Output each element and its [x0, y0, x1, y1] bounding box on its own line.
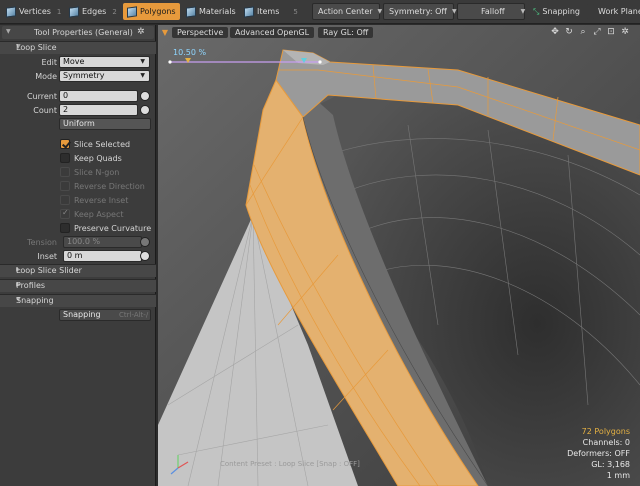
keep-quads-checkbox[interactable]	[60, 153, 70, 163]
fit-view-icon[interactable]: ⊡	[606, 27, 616, 37]
reverse-direction-label: Reverse Direction	[74, 182, 145, 191]
viewport-canvas	[158, 25, 640, 486]
top-toolbar: Vertices 1 Edges 2 Polygons Materials Item…	[0, 0, 640, 24]
snapping-icon: ⤡	[533, 6, 540, 16]
snapping-shortcut: Ctrl-Alt-/	[119, 311, 149, 319]
reverse-direction-checkbox[interactable]	[60, 181, 70, 191]
mode-tab-polygons[interactable]: Polygons	[123, 3, 180, 20]
edges-icon	[69, 5, 79, 18]
check-icon: ✓	[62, 208, 69, 217]
move-view-icon[interactable]: ✥	[550, 27, 560, 37]
count-slider-knob[interactable]	[140, 105, 150, 115]
panel-title-bar: ▼ Tool Properties (General) ✲	[2, 26, 154, 39]
section-loop-slice-slider[interactable]: ▶ Loop Slice Slider	[0, 264, 156, 277]
mode-tab-vertices[interactable]: Vertices 1	[2, 3, 65, 20]
tension-label: Tension	[27, 238, 57, 247]
reverse-inset-checkbox[interactable]	[60, 195, 70, 205]
vertices-icon	[6, 5, 16, 18]
deformers-status: Deformers: OFF	[567, 449, 630, 458]
items-icon	[244, 5, 254, 18]
gl-count: GL: 3,168	[591, 460, 630, 469]
snapping-button[interactable]: ⤡ Snapping	[527, 3, 589, 20]
slice-ngon-label: Slice N-gon	[74, 168, 120, 177]
falloff-dropdown[interactable]: Falloff ▼	[457, 3, 525, 20]
slice-ngon-checkbox[interactable]	[60, 167, 70, 177]
panel-title: Tool Properties (General)	[34, 28, 133, 37]
viewport-menu-icon[interactable]: ▼	[160, 27, 170, 38]
rotate-view-icon[interactable]: ↻	[564, 27, 574, 37]
action-center-dropdown[interactable]: Action Center ▼	[312, 3, 383, 20]
dropdown-arrow-icon: ▼	[520, 8, 526, 15]
count-field[interactable]: 2	[59, 104, 138, 116]
keep-aspect-label: Keep Aspect	[74, 210, 124, 219]
mode-dropdown[interactable]: Symmetry ▼	[59, 70, 150, 82]
perspective-dropdown[interactable]: Perspective	[172, 27, 229, 38]
content-preset-status: Content Preset : Loop Slice [Snap : OFF]	[220, 460, 360, 468]
maximize-view-icon[interactable]: ⤢	[592, 27, 602, 37]
tension-slider-knob[interactable]	[140, 237, 150, 247]
grid-unit: 1 mm	[606, 471, 630, 480]
dropdown-arrow-icon: ▼	[140, 72, 145, 79]
edit-dropdown[interactable]: Move ▼	[59, 56, 150, 68]
edit-label: Edit	[41, 58, 58, 67]
current-field[interactable]: 0	[59, 90, 138, 102]
viewport-settings-icon[interactable]: ✲	[620, 27, 630, 37]
materials-icon	[186, 5, 196, 18]
gear-icon[interactable]: ✲	[137, 27, 145, 37]
dropdown-arrow-icon: ▼	[377, 8, 383, 15]
polygons-icon	[127, 5, 137, 18]
reverse-inset-label: Reverse Inset	[74, 196, 129, 205]
keep-aspect-checkbox[interactable]: ✓	[60, 208, 70, 219]
keep-quads-label: Keep Quads	[74, 154, 122, 163]
inset-slider-knob[interactable]	[140, 251, 150, 261]
slice-selected-label: Slice Selected	[74, 140, 131, 149]
inset-label: Inset	[37, 252, 57, 261]
slice-percent-readout: 10.50 %	[173, 48, 207, 57]
slice-selected-checkbox[interactable]	[60, 139, 70, 149]
mode-tab-materials[interactable]: Materials	[182, 3, 240, 20]
symmetry-dropdown[interactable]: Symmetry: Off ▼	[383, 3, 457, 20]
panel-menu-icon[interactable]: ▼	[6, 28, 11, 35]
mode-tab-items[interactable]: Items 5	[240, 3, 302, 20]
channels-count: Channels: 0	[582, 438, 630, 447]
section-profiles[interactable]: ▶ Profiles	[0, 279, 156, 292]
preserve-curvature-label: Preserve Curvature	[74, 224, 152, 233]
zoom-view-icon[interactable]: ⌕	[578, 27, 588, 37]
dropdown-arrow-icon: ▼	[451, 8, 457, 15]
current-slider-knob[interactable]	[140, 91, 150, 101]
work-plane-button[interactable]: Work Plane	[592, 3, 640, 20]
shading-dropdown[interactable]: Advanced OpenGL	[230, 27, 315, 38]
mode-tab-edges[interactable]: Edges 2	[65, 3, 121, 20]
current-label: Current	[26, 92, 57, 101]
uniform-button[interactable]: Uniform	[59, 118, 151, 130]
preserve-curvature-checkbox[interactable]	[60, 223, 70, 233]
3d-viewport[interactable]: ▼ Perspective Advanced OpenGL Ray GL: Of…	[158, 25, 640, 486]
tool-properties-panel: ▼ Tool Properties (General) ✲ ▼ Loop Slic…	[0, 25, 156, 486]
count-label: Count	[33, 106, 57, 115]
raygl-dropdown[interactable]: Ray GL: Off	[318, 27, 374, 38]
dropdown-arrow-icon: ▼	[140, 58, 145, 65]
section-loop-slice[interactable]: ▼ Loop Slice	[0, 41, 156, 54]
inset-field[interactable]: 0 m	[63, 250, 142, 262]
polygon-count: 72 Polygons	[581, 427, 630, 436]
mode-label: Mode	[35, 72, 57, 81]
tension-field[interactable]: 100.0 %	[63, 236, 142, 248]
section-snapping[interactable]: ▼ Snapping	[0, 294, 156, 307]
